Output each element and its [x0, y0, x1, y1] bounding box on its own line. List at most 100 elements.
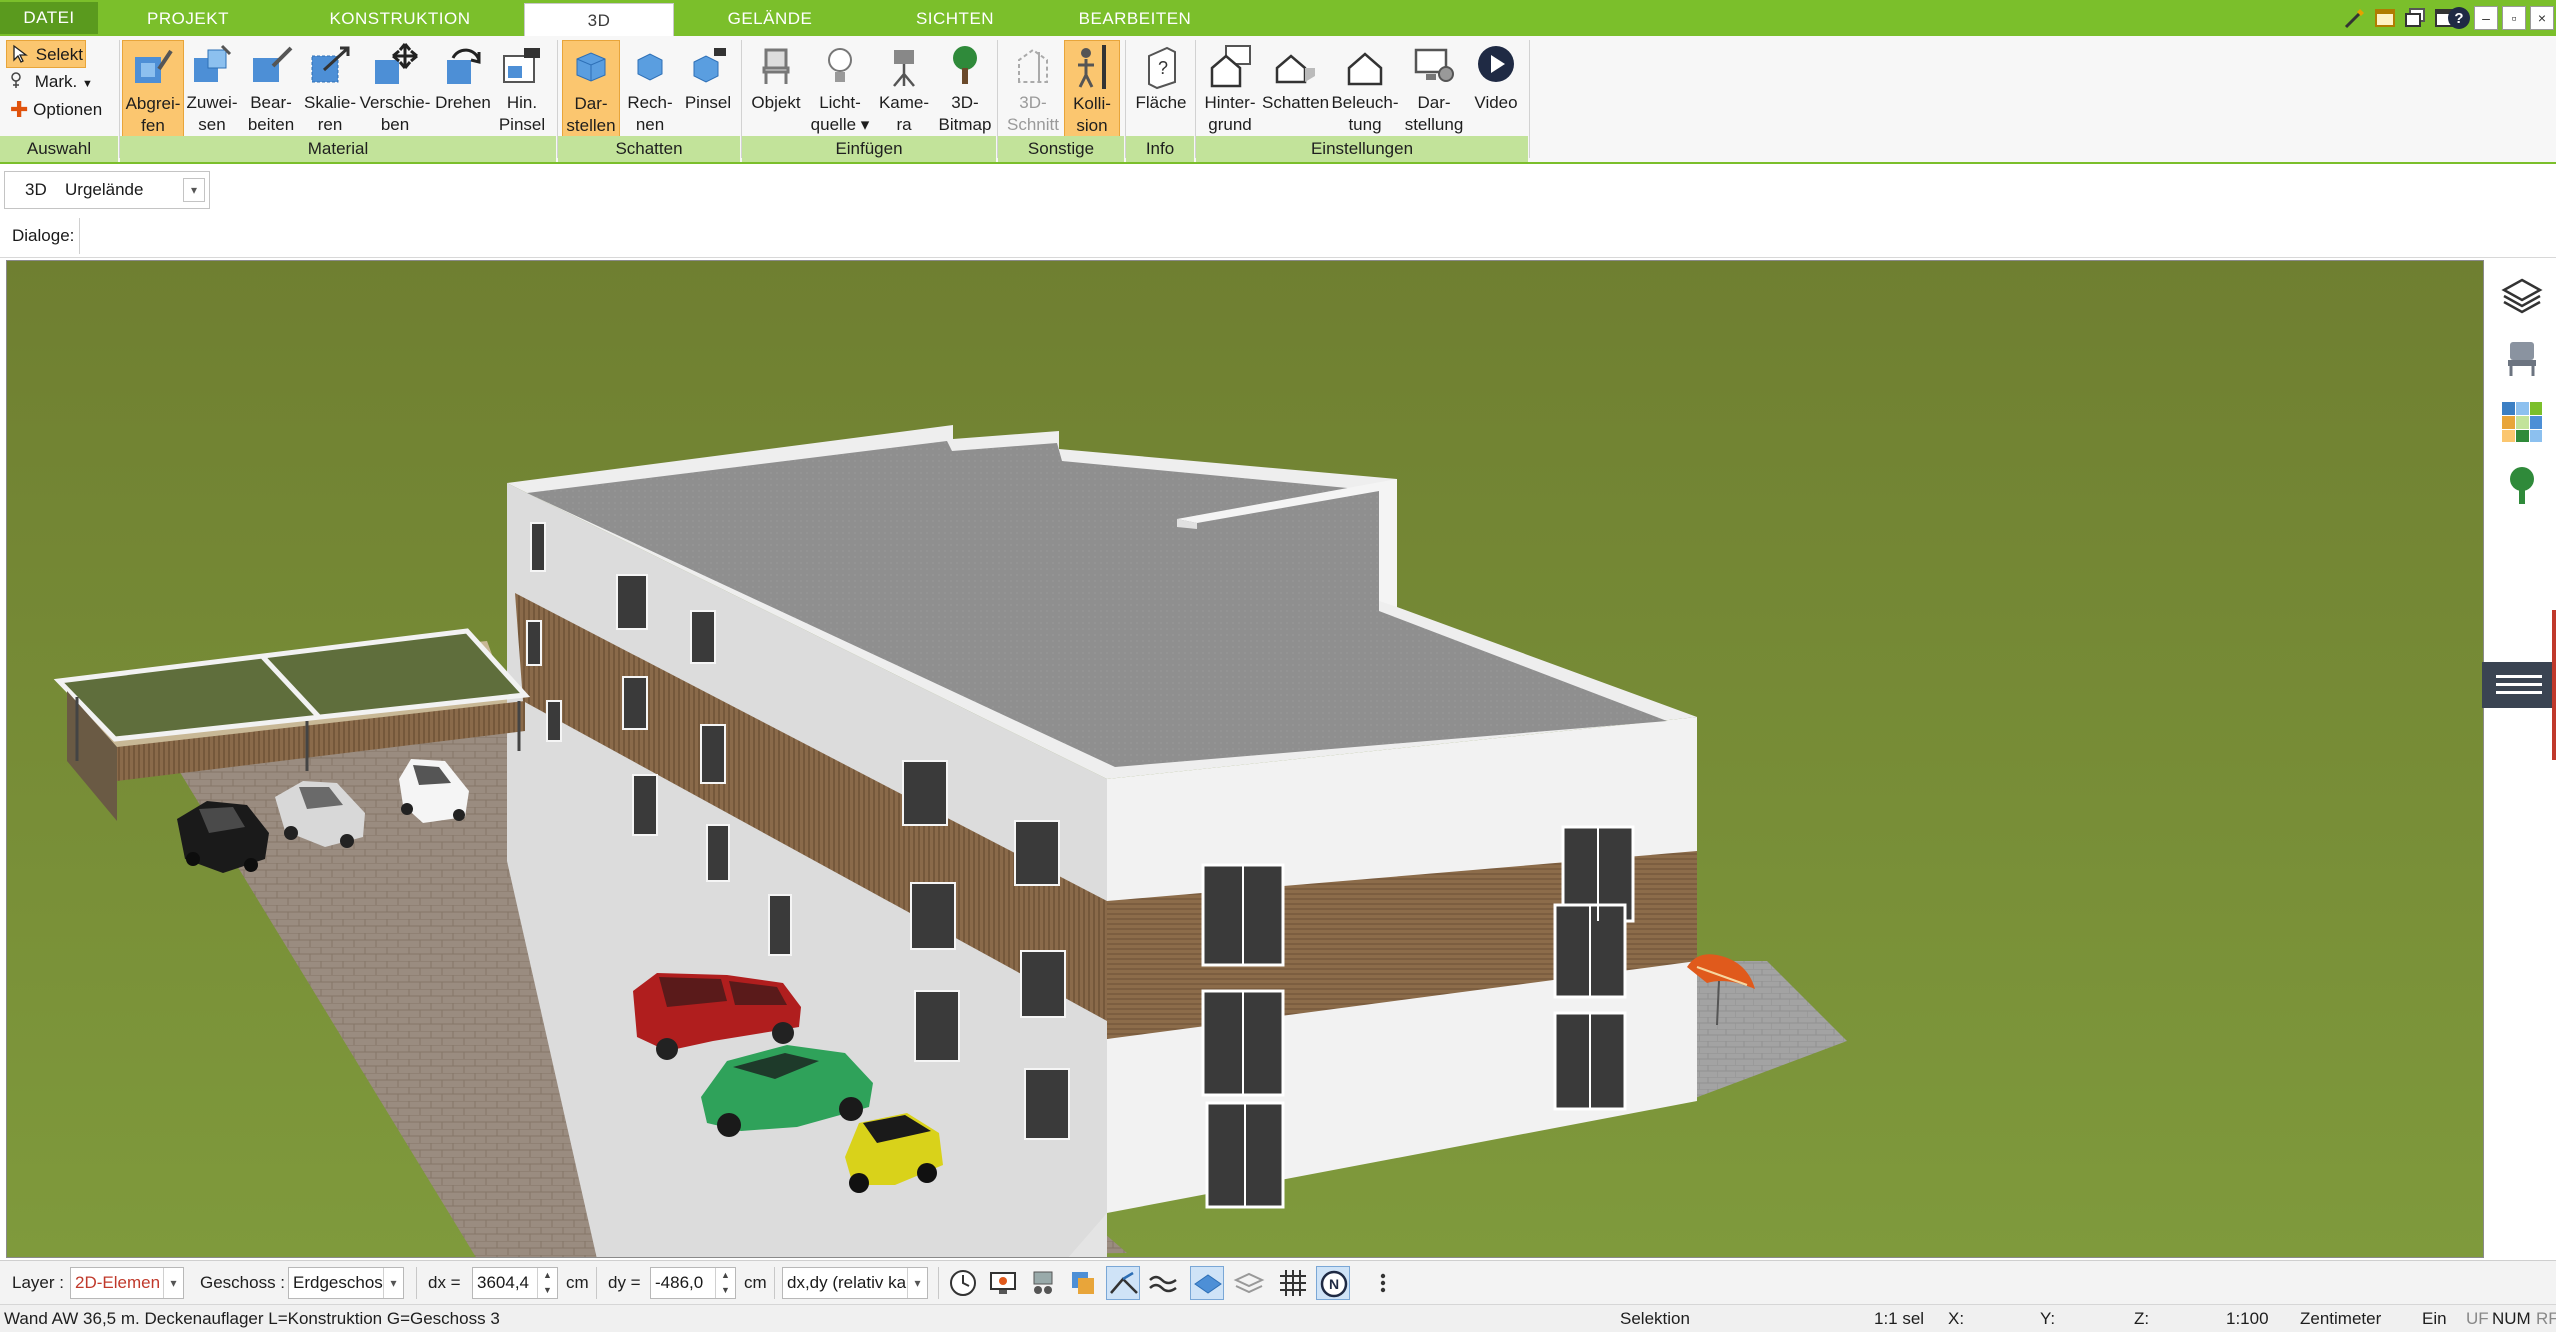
lightbulb-icon — [828, 48, 852, 82]
lighting-label-1: Beleuch- — [1331, 93, 1399, 112]
layers-flat-icon[interactable] — [1232, 1266, 1266, 1300]
rotate-icon — [447, 48, 481, 84]
chair-icon — [762, 48, 790, 84]
dy-input[interactable]: -486,0 ▲ ▼ — [650, 1267, 736, 1299]
section-3d-button[interactable]: 3D- Schnitt — [1002, 40, 1064, 140]
edit-material-button[interactable]: Bear- beiten — [240, 40, 302, 140]
pick-material-button[interactable]: Abgrei- fen — [122, 40, 184, 140]
svg-text:N: N — [1329, 1276, 1339, 1292]
group-material: Material — [120, 136, 556, 162]
area-button[interactable]: ? Fläche — [1130, 40, 1192, 140]
assign-material-button[interactable]: Zuwei- sen — [184, 40, 240, 140]
shadow-settings-button[interactable]: Schatten — [1262, 40, 1329, 140]
person-wall-icon — [1078, 45, 1106, 89]
move-icon — [375, 43, 418, 84]
status-unit: Zentimeter — [2300, 1309, 2382, 1328]
display-settings-button[interactable]: Dar- stellung — [1402, 40, 1466, 140]
shadow-brush-button[interactable]: Pinsel — [680, 40, 736, 140]
3d-scene[interactable] — [7, 261, 2484, 1258]
maximize-button[interactable]: ▫ — [2502, 6, 2526, 30]
more-icon[interactable] — [1366, 1266, 1400, 1300]
light-label-1: Licht- — [819, 93, 861, 112]
tab-sichten[interactable]: SICHTEN — [880, 2, 1030, 36]
minimize-button[interactable]: – — [2474, 6, 2498, 30]
coordinate-mode-value: dx,dy (relativ ka — [787, 1273, 907, 1292]
copy-icon[interactable] — [1066, 1266, 1100, 1300]
clock-icon[interactable] — [946, 1266, 980, 1300]
light-label-2: quelle ▾ — [810, 115, 870, 134]
rotate-material-button[interactable]: Drehen — [432, 40, 494, 140]
scale-material-button[interactable]: Skalie- ren — [302, 40, 358, 140]
chevron-down-icon[interactable]: ▾ — [907, 1268, 927, 1298]
insert-bitmap-button[interactable]: 3D- Bitmap — [936, 40, 994, 140]
status-selection: 1:1 sel — [1874, 1309, 1925, 1328]
tab-bearbeiten[interactable]: BEARBEITEN — [1050, 2, 1220, 36]
chevron-down-icon[interactable]: ▾ — [163, 1268, 183, 1298]
pick-material-label-1: Abgrei- — [125, 94, 181, 113]
tab-datei[interactable]: DATEI — [0, 2, 98, 34]
edit-material-icon — [253, 46, 293, 82]
object-label-1: Objekt — [751, 93, 801, 112]
status-rf: RF — [2536, 1309, 2556, 1328]
layer-select[interactable]: 2D-Elemen ▾ — [70, 1267, 184, 1299]
camera-icon — [893, 50, 915, 87]
chevron-down-icon[interactable]: ▾ — [383, 1268, 403, 1298]
screen-icon[interactable] — [986, 1266, 1020, 1300]
snap-icon[interactable] — [1106, 1266, 1140, 1300]
lighting-button[interactable]: Beleuch- tung — [1330, 40, 1400, 140]
calc-shadow-button[interactable]: Rech- nen — [622, 40, 678, 140]
panel-edge-indicator — [2552, 610, 2556, 760]
plane-icon[interactable] — [1190, 1266, 1224, 1300]
north-icon[interactable]: N — [1316, 1266, 1350, 1300]
show-shadow-button[interactable]: Dar- stellen — [562, 40, 620, 140]
background-button[interactable]: Hinter- grund — [1198, 40, 1262, 140]
menu-icon[interactable] — [2482, 662, 2556, 708]
materials-icon[interactable] — [2500, 400, 2544, 444]
coordinate-mode-select[interactable]: dx,dy (relativ ka ▾ — [782, 1267, 928, 1299]
terrain-select[interactable]: Urgelände — [65, 172, 143, 208]
tab-gelaende[interactable]: GELÄNDE — [700, 2, 840, 36]
furniture-icon[interactable] — [2500, 336, 2544, 380]
mark-button[interactable]: Mark. ▼ — [6, 68, 93, 96]
move-material-button[interactable]: Verschie- ben — [358, 40, 432, 140]
chevron-down-icon[interactable]: ▾ — [183, 178, 205, 202]
insert-light-button[interactable]: Licht- quelle ▾ — [808, 40, 872, 140]
insert-object-button[interactable]: Objekt — [746, 40, 806, 140]
walk-icon[interactable] — [1026, 1266, 1060, 1300]
cube-brush-icon — [693, 48, 726, 83]
status-message: Wand AW 36,5 m. Deckenauflager L=Konstru… — [4, 1309, 500, 1328]
dx-input[interactable]: 3604,4 ▲ ▼ — [472, 1267, 558, 1299]
wand-icon[interactable] — [2342, 5, 2368, 31]
show-shadow-label-2: stellen — [566, 116, 616, 135]
options-button[interactable]: ✚ Optionen — [6, 96, 102, 124]
spinner-icon[interactable]: ▲ ▼ — [715, 1268, 735, 1298]
3d-viewport[interactable] — [6, 260, 2484, 1258]
options-label: Optionen — [33, 100, 103, 119]
status-uf: UF — [2466, 1309, 2489, 1328]
layers-icon[interactable] — [2500, 274, 2544, 318]
floor-select[interactable]: Erdgeschos ▾ — [288, 1267, 404, 1299]
grid-icon[interactable] — [1276, 1266, 1310, 1300]
close-button[interactable]: × — [2530, 6, 2554, 30]
camera-label-2: ra — [896, 115, 912, 134]
video-button[interactable]: Video — [1466, 40, 1526, 140]
window-restore-icon[interactable] — [2402, 5, 2428, 31]
dy-unit: cm — [744, 1273, 767, 1292]
window-layout-icon[interactable] — [2372, 5, 2398, 31]
wave-icon[interactable] — [1146, 1266, 1180, 1300]
tab-konstruktion[interactable]: KONSTRUKTION — [300, 2, 500, 36]
collision-button[interactable]: Kolli- sion — [1064, 40, 1120, 140]
insert-camera-button[interactable]: Kame- ra — [874, 40, 934, 140]
hint-brush-button[interactable]: Hin. Pinsel — [494, 40, 550, 140]
select-button[interactable]: Selekt — [6, 40, 86, 68]
help-icon[interactable]: ? — [2446, 5, 2472, 31]
lighting-label-2: tung — [1348, 115, 1382, 134]
rotate-label-1: Drehen — [435, 93, 491, 112]
tree-icon[interactable] — [2500, 464, 2544, 508]
tab-3d[interactable]: 3D — [524, 3, 674, 37]
tab-projekt[interactable]: PROJEKT — [118, 2, 258, 36]
assign-label-1: Zuwei- — [186, 93, 238, 112]
house-shadow-icon — [1275, 54, 1315, 84]
floor-label: Geschoss : — [200, 1273, 286, 1292]
spinner-icon[interactable]: ▲ ▼ — [537, 1268, 557, 1298]
